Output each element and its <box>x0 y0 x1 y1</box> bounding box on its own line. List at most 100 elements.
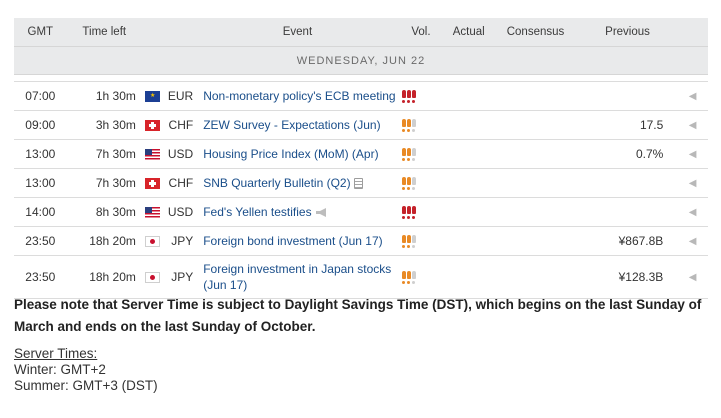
event-name-cell: Fed's Yellen testifies <box>197 197 398 227</box>
event-actual <box>444 226 494 256</box>
volatility-bull-icon <box>411 119 416 132</box>
event-row[interactable]: 23:50 18h 20m JPY Foreign bond investment (… <box>14 226 708 256</box>
expand-arrow-icon[interactable]: ◀ <box>677 139 708 169</box>
event-link[interactable]: Foreign bond investment (Jun 17) <box>197 233 382 249</box>
event-gmt-time: 13:00 <box>14 139 67 169</box>
event-row[interactable]: 09:00 3h 30m CHF ZEW Survey - Expectations … <box>14 110 708 140</box>
event-currency: JPY <box>163 226 198 256</box>
event-previous <box>577 168 678 198</box>
event-name-cell: Housing Price Index (MoM) (Apr) <box>197 139 398 169</box>
event-gmt-time: 13:00 <box>14 168 67 198</box>
volatility-indicator <box>397 139 445 169</box>
volatility-indicator <box>397 110 445 140</box>
volatility-bull-icon <box>406 177 411 190</box>
expand-arrow-icon[interactable]: ◀ <box>677 255 708 299</box>
swiss-flag-icon <box>145 120 161 132</box>
volatility-bull-icon <box>401 177 406 190</box>
calendar-body: WEDNESDAY, JUN 22 07:00 1h 30m ★ EUR Non-mon… <box>14 46 708 299</box>
event-time-left: 18h 20m <box>66 226 142 256</box>
event-flag-cell <box>141 197 164 227</box>
event-actual <box>444 110 494 140</box>
event-actual <box>444 81 494 111</box>
event-actual <box>444 139 494 169</box>
event-row[interactable]: 14:00 8h 30m USD Fed's Yellen testifies ◀ <box>14 197 708 227</box>
event-link[interactable]: SNB Quarterly Bulletin (Q2) <box>197 175 350 191</box>
spacer-row <box>14 74 708 82</box>
event-gmt-time: 14:00 <box>14 197 67 227</box>
event-name-cell: ZEW Survey - Expectations (Jun) <box>197 110 398 140</box>
volatility-indicator <box>397 255 445 299</box>
swiss-flag-icon <box>145 178 161 190</box>
event-name-cell: Foreign bond investment (Jun 17) <box>197 226 398 256</box>
volatility-indicator <box>397 81 445 111</box>
event-link[interactable]: Foreign investment in Japan stocks (Jun … <box>197 261 397 293</box>
volatility-bull-icon <box>401 148 406 161</box>
event-gmt-time: 23:50 <box>14 255 67 299</box>
event-consensus <box>493 226 578 256</box>
event-link[interactable]: Fed's Yellen testifies <box>197 204 311 220</box>
dst-notice: Please note that Server Time is subject … <box>14 297 702 334</box>
expand-arrow-icon[interactable]: ◀ <box>677 168 708 198</box>
server-times-heading: Server Times: <box>14 346 98 361</box>
event-name-cell: Non-monetary policy's ECB meeting <box>197 81 398 111</box>
eu-flag-icon: ★ <box>145 91 161 103</box>
event-row[interactable]: 13:00 7h 30m USD Housing Price Index (MoM) … <box>14 139 708 169</box>
volatility-indicator <box>397 197 445 227</box>
event-consensus <box>493 110 578 140</box>
event-row[interactable]: 07:00 1h 30m ★ EUR Non-monetary policy's ECB… <box>14 81 708 111</box>
volatility-bull-icon <box>411 177 416 190</box>
header-consensus: Consensus <box>493 18 578 47</box>
expand-arrow-icon[interactable]: ◀ <box>677 81 708 111</box>
event-consensus <box>493 81 578 111</box>
us-flag-icon <box>145 149 161 161</box>
day-separator-row: WEDNESDAY, JUN 22 <box>14 46 708 75</box>
volatility-bull-icon <box>406 90 411 103</box>
volatility-bull-icon <box>406 119 411 132</box>
event-time-left: 3h 30m <box>66 110 142 140</box>
volatility-bull-icon <box>406 206 411 219</box>
event-row[interactable]: 23:50 18h 20m JPY Foreign investment in Jap… <box>14 255 708 299</box>
event-previous: ¥128.3B <box>577 255 678 299</box>
event-previous <box>577 197 678 227</box>
header-volatility: Vol. <box>397 18 445 47</box>
expand-arrow-icon[interactable]: ◀ <box>677 110 708 140</box>
japan-flag-icon <box>145 236 161 248</box>
calendar-header-row: GMT Time left Event Vol. Actual Consensu… <box>14 18 708 47</box>
server-time-winter: Winter: GMT+2 <box>14 362 106 377</box>
header-actual: Actual <box>444 18 494 47</box>
event-link[interactable]: ZEW Survey - Expectations (Jun) <box>197 117 380 133</box>
speech-icon <box>315 206 328 220</box>
us-flag-icon <box>145 207 161 219</box>
volatility-bull-icon <box>411 235 416 248</box>
event-flag-cell <box>141 255 164 299</box>
event-previous: 17.5 <box>577 110 678 140</box>
volatility-bull-icon <box>411 90 416 103</box>
event-currency: CHF <box>163 168 198 198</box>
volatility-indicator <box>397 168 445 198</box>
event-gmt-time: 23:50 <box>14 226 67 256</box>
header-previous: Previous <box>577 18 678 47</box>
event-actual <box>444 197 494 227</box>
volatility-bull-icon <box>406 148 411 161</box>
header-event: Event <box>197 18 398 47</box>
event-time-left: 7h 30m <box>66 168 142 198</box>
economic-calendar-table: GMT Time left Event Vol. Actual Consensu… <box>14 18 708 299</box>
event-currency: USD <box>163 139 198 169</box>
event-time-left: 7h 30m <box>66 139 142 169</box>
volatility-bull-icon <box>401 119 406 132</box>
event-previous <box>577 81 678 111</box>
header-currency <box>163 18 198 47</box>
volatility-bull-icon <box>401 271 406 284</box>
event-time-left: 18h 20m <box>66 255 142 299</box>
volatility-bull-icon <box>411 271 416 284</box>
report-icon <box>353 178 363 190</box>
event-link[interactable]: Non-monetary policy's ECB meeting <box>197 88 395 104</box>
event-currency: EUR <box>163 81 198 111</box>
expand-arrow-icon[interactable]: ◀ <box>677 226 708 256</box>
event-link[interactable]: Housing Price Index (MoM) (Apr) <box>197 146 378 162</box>
event-flag-cell <box>141 110 164 140</box>
expand-arrow-icon[interactable]: ◀ <box>677 197 708 227</box>
event-row[interactable]: 13:00 7h 30m CHF SNB Quarterly Bulletin (Q2… <box>14 168 708 198</box>
event-consensus <box>493 197 578 227</box>
volatility-bull-icon <box>401 90 406 103</box>
